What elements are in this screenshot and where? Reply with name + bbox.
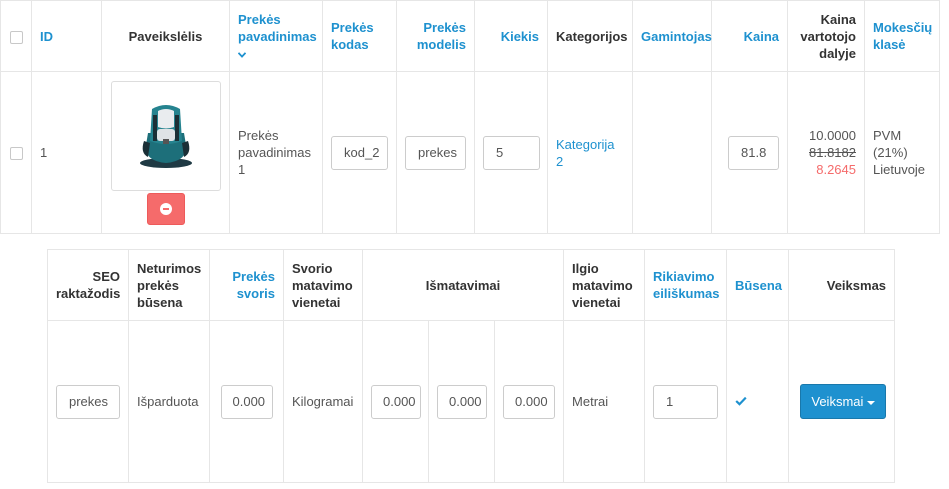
sort-name-label: Prekės pavadinimas	[238, 11, 317, 44]
table-row: prekes Išparduota 0.000 Kilogramai 0.000…	[47, 320, 896, 483]
actions-dropdown-button[interactable]: Veiksmai	[800, 384, 887, 419]
consumer-price-cell: 10.0000 81.8182 8.2645	[787, 71, 865, 234]
category-cell: Kategorija 2	[547, 71, 633, 234]
header-weight-unit: Svorio matavimo vienetai	[283, 249, 363, 321]
sort-id[interactable]: ID	[31, 0, 102, 72]
height-input[interactable]: 0.000	[503, 384, 556, 419]
action-cell: Veiksmai	[788, 320, 896, 483]
weight-unit-cell: Kilogramai	[283, 320, 363, 483]
sort-price[interactable]: Kaina	[711, 0, 788, 72]
sort-model[interactable]: Prekės modelis	[396, 0, 475, 72]
sort-code[interactable]: Prekės kodas	[322, 0, 397, 72]
products-table-bottom: SEO raktažodis Neturimos prekės būsena P…	[47, 249, 896, 483]
sort-quantity[interactable]: Kiekis	[474, 0, 548, 72]
header-length-unit: Ilgio matavimo vienetai	[563, 249, 646, 321]
code-cell: kod_2	[322, 71, 397, 234]
sort-name[interactable]: Prekės pavadinimas	[229, 0, 323, 72]
width-cell: 0.000	[428, 320, 495, 483]
consumer-price-base: 10.0000	[809, 128, 856, 143]
select-all-checkbox[interactable]	[9, 30, 23, 44]
sort-sort-order[interactable]: Rikiavimo eiliškumas	[644, 249, 728, 321]
header-row: SEO raktažodis Neturimos prekės būsena P…	[47, 249, 896, 321]
height-cell: 0.000	[493, 320, 565, 483]
actions-button-label: Veiksmai	[811, 394, 864, 409]
header-consumer-price: Kaina vartotojo dalyje	[787, 0, 865, 72]
header-dimensions: Išmatavimai	[361, 249, 565, 321]
header-action: Veiksmas	[788, 249, 896, 321]
sort-manufacturer[interactable]: Gamintojas	[632, 0, 712, 72]
seo-cell: prekes	[47, 320, 129, 483]
price-input[interactable]: 81.8	[728, 135, 779, 170]
code-input[interactable]: kod_2	[331, 135, 388, 170]
row-checkbox[interactable]	[9, 147, 23, 161]
category-link[interactable]: Kategorija 2	[556, 137, 615, 169]
row-id: 1	[31, 71, 102, 234]
tax-class-cell: PVM (21%) Lietuvoje	[864, 71, 940, 234]
header-image: Paveikslėlis	[101, 0, 230, 72]
status-cell	[726, 320, 790, 483]
model-input[interactable]: prekes	[405, 135, 466, 170]
sort-order-input[interactable]: 1	[653, 384, 719, 419]
header-stock-status: Neturimos prekės būsena	[128, 249, 210, 321]
length-cell: 0.000	[362, 320, 429, 483]
row-select-cell	[0, 71, 32, 234]
row-name: Prekės pavadinimas 1	[229, 71, 323, 234]
chevron-down-icon	[238, 52, 246, 58]
price-cell: 81.8	[711, 71, 788, 234]
minus-circle-icon	[159, 202, 172, 215]
consumer-price-old: 81.8182	[809, 145, 856, 160]
sort-order-cell: 1	[644, 320, 728, 483]
check-icon	[735, 396, 747, 406]
product-thumbnail[interactable]	[110, 80, 221, 191]
table-row: 1 Prekės pavadinimas 1 kod_2 prekes 5 Ka…	[0, 71, 940, 234]
length-unit-cell: Metrai	[563, 320, 646, 483]
quantity-input[interactable]: 5	[483, 135, 540, 170]
image-cell	[101, 71, 230, 234]
width-input[interactable]: 0.000	[437, 384, 487, 419]
length-input[interactable]: 0.000	[371, 384, 421, 419]
car-seat-image	[139, 104, 192, 168]
caret-down-icon	[867, 400, 876, 405]
header-seo: SEO raktažodis	[47, 249, 129, 321]
products-table-top: ID Paveikslėlis Prekės pavadinimas Prekė…	[0, 0, 940, 234]
quantity-cell: 5	[474, 71, 548, 234]
manufacturer-cell	[632, 71, 712, 234]
weight-input[interactable]: 0.000	[220, 384, 273, 419]
consumer-price-special: 8.2645	[816, 162, 856, 177]
header-categories: Kategorijos	[547, 0, 633, 72]
weight-cell: 0.000	[209, 320, 284, 483]
sort-tax-class[interactable]: Mokesčių klasė	[864, 0, 940, 72]
sort-status[interactable]: Būsena	[726, 249, 790, 321]
sort-weight[interactable]: Prekės svoris	[209, 249, 284, 321]
select-all-cell	[0, 0, 32, 72]
seo-input[interactable]: prekes	[56, 384, 120, 419]
remove-image-button[interactable]	[146, 192, 185, 225]
model-cell: prekes	[396, 71, 475, 234]
header-row: ID Paveikslėlis Prekės pavadinimas Prekė…	[0, 0, 940, 72]
stock-status-cell: Išparduota	[128, 320, 210, 483]
